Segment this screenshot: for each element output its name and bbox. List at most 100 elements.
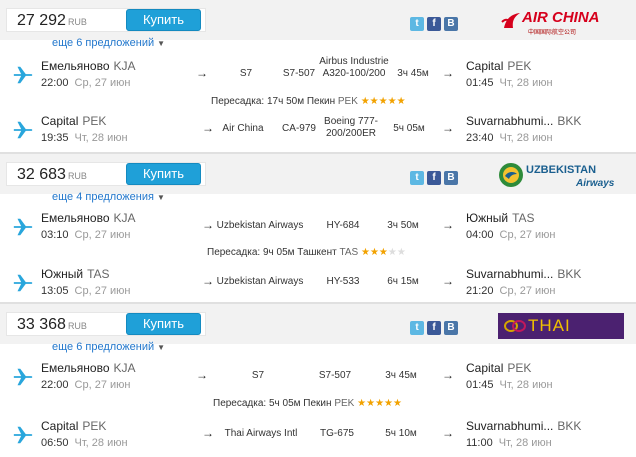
carrier: S7 — [239, 68, 253, 79]
price: 33 368 RUB — [17, 316, 87, 333]
carrier: Uzbekistan Airways — [216, 220, 304, 231]
arrival-time: 11:00 Чт, 28 июн — [466, 437, 552, 449]
duration: 3ч 45м — [385, 370, 417, 381]
airline-name: AIR CHINA — [522, 9, 600, 26]
departure-time: 19:35 Чт, 28 июн — [41, 132, 128, 144]
star-icon: ★ — [396, 96, 406, 107]
duration: 5ч 05м — [393, 123, 425, 134]
aircraft: Boeing 777-200/200ER — [324, 116, 378, 139]
star-icon: ★ — [378, 247, 388, 258]
buy-button[interactable]: Купить — [126, 163, 201, 185]
departure-time: 22:00 Ср, 27 июн — [41, 77, 131, 89]
star-icon: ★ — [369, 96, 379, 107]
facebook-icon[interactable]: f — [427, 17, 441, 31]
more-offers-link[interactable]: еще 4 предложения ▼ — [52, 191, 165, 203]
twitter-icon[interactable]: t — [410, 171, 424, 185]
offer-header: 32 683 RUB Купить tfB UZBEKISTAN Airways — [0, 154, 636, 194]
flight-number: HY-533 — [326, 276, 360, 287]
transfer-info: Пересадка: 9ч 05м Ташкент TAS ★★★★★ — [207, 247, 406, 258]
offer-card: 27 292 RUB Купить tfB AIR CHINA 中国国际航空公司 … — [0, 0, 636, 152]
flight-segment: Емельяново KJA 03:10 Ср, 27 июн → Uzbekist… — [0, 208, 636, 248]
duration: 3ч 50м — [387, 220, 419, 231]
buy-button[interactable]: Купить — [126, 313, 201, 335]
arrival-time: 21:20 Ср, 27 июн — [466, 285, 556, 297]
star-icon: ★ — [387, 247, 397, 258]
duration: 6ч 15м — [387, 276, 419, 287]
duration: 3ч 45м — [397, 68, 429, 79]
airline-logo: THAI — [498, 313, 624, 339]
carrier: Air China — [222, 123, 264, 134]
flight-number: CA-979 — [282, 123, 316, 134]
arrow-right-icon: → — [202, 121, 214, 135]
more-offers-link[interactable]: еще 6 предложений ▼ — [52, 341, 165, 353]
airline-logo: UZBEKISTAN Airways — [498, 160, 622, 192]
star-icon: ★ — [357, 398, 367, 409]
more-offers-link[interactable]: еще 6 предложений ▼ — [52, 37, 165, 49]
arrival-airport: Suvarnabhumi... BKK — [466, 114, 582, 128]
search-results: 27 292 RUB Купить tfB AIR CHINA 中国国际航空公司 … — [0, 0, 636, 457]
arrow-right-icon: → — [196, 368, 208, 382]
departure-time: 22:00 Ср, 27 июн — [41, 379, 131, 391]
star-icon: ★ — [384, 398, 393, 409]
flight-segment: Емельяново KJA 22:00 Ср, 27 июн → S7 S7-50… — [0, 358, 636, 398]
carrier: Thai Airways Intl — [224, 428, 298, 439]
chevron-down-icon: ▼ — [156, 193, 165, 202]
arrow-right-icon: → — [442, 274, 454, 288]
twitter-icon[interactable]: t — [410, 17, 424, 31]
star-icon: ★ — [393, 398, 402, 409]
facebook-icon[interactable]: f — [427, 321, 441, 335]
star-rating: ★★★★★ — [361, 96, 406, 107]
arrow-right-icon: → — [442, 426, 454, 440]
arrival-time: 01:45 Чт, 28 июн — [466, 379, 553, 391]
plane-icon — [13, 66, 33, 84]
facebook-icon[interactable]: f — [427, 171, 441, 185]
flight-segment: Capital PEK 06:50 Чт, 28 июн → Thai Airway… — [0, 416, 636, 456]
star-rating: ★★★★★ — [357, 398, 402, 409]
arrow-right-icon: → — [442, 368, 454, 382]
phoenix-icon — [501, 13, 520, 28]
currency: RUB — [67, 17, 87, 27]
vkontakte-icon[interactable]: B — [444, 17, 458, 31]
social-share: tfB — [410, 321, 461, 339]
departure-airport: Емельяново KJA — [41, 59, 136, 73]
transfer-info: Пересадка: 17ч 50м Пекин PEK ★★★★★ — [211, 96, 406, 107]
vkontakte-icon[interactable]: B — [444, 321, 458, 335]
chevron-down-icon: ▼ — [157, 39, 166, 48]
airline-subtitle: 中国国际航空公司 — [528, 30, 577, 36]
arrival-airport: Suvarnabhumi... BKK — [466, 267, 582, 281]
flight-number: S7-507 — [318, 370, 352, 381]
arrival-time: 23:40 Чт, 28 июн — [466, 132, 553, 144]
flight-segment: Емельяново KJA 22:00 Ср, 27 июн → S7 S7-50… — [0, 56, 636, 96]
airline-name: UZBEKISTAN — [526, 164, 597, 176]
aircraft: Airbus Industrie A320-100/200 — [319, 56, 389, 79]
departure-airport: Емельяново KJA — [41, 361, 136, 375]
social-share: tfB — [410, 171, 461, 189]
flight-number: HY-684 — [326, 220, 360, 231]
transfer-info: Пересадка: 5ч 05м Пекин PEK ★★★★★ — [213, 398, 402, 409]
star-icon: ★ — [369, 247, 379, 258]
departure-time: 13:05 Ср, 27 июн — [41, 285, 131, 297]
departure-airport: Южный TAS — [41, 267, 110, 281]
plane-icon — [13, 121, 33, 139]
offer-card: 33 368 RUB Купить tfB THAI еще 6 предложе… — [0, 304, 636, 457]
arrow-right-icon: → — [442, 66, 454, 80]
airline-logo: AIR CHINA 中国国际航空公司 — [500, 8, 610, 38]
departure-airport: Capital PEK — [41, 419, 107, 433]
plane-icon — [13, 368, 33, 386]
flight-segment: Capital PEK 19:35 Чт, 28 июн → Air China C… — [0, 111, 636, 151]
arrival-time: 04:00 Ср, 27 июн — [466, 229, 556, 241]
twitter-icon[interactable]: t — [410, 321, 424, 335]
star-icon: ★ — [366, 398, 376, 409]
star-icon: ★ — [396, 247, 406, 258]
departure-time: 06:50 Чт, 28 июн — [41, 437, 128, 449]
plane-icon — [13, 426, 33, 444]
buy-button[interactable]: Купить — [126, 9, 201, 31]
currency: RUB — [67, 171, 87, 181]
orchid-icon — [504, 320, 526, 332]
carrier: S7 — [251, 370, 265, 381]
offer-header: 33 368 RUB Купить tfB THAI — [0, 304, 636, 344]
vkontakte-icon[interactable]: B — [444, 171, 458, 185]
departure-time: 03:10 Ср, 27 июн — [41, 229, 131, 241]
star-icon: ★ — [360, 96, 370, 107]
offer-header: 27 292 RUB Купить tfB AIR CHINA 中国国际航空公司 — [0, 0, 636, 40]
